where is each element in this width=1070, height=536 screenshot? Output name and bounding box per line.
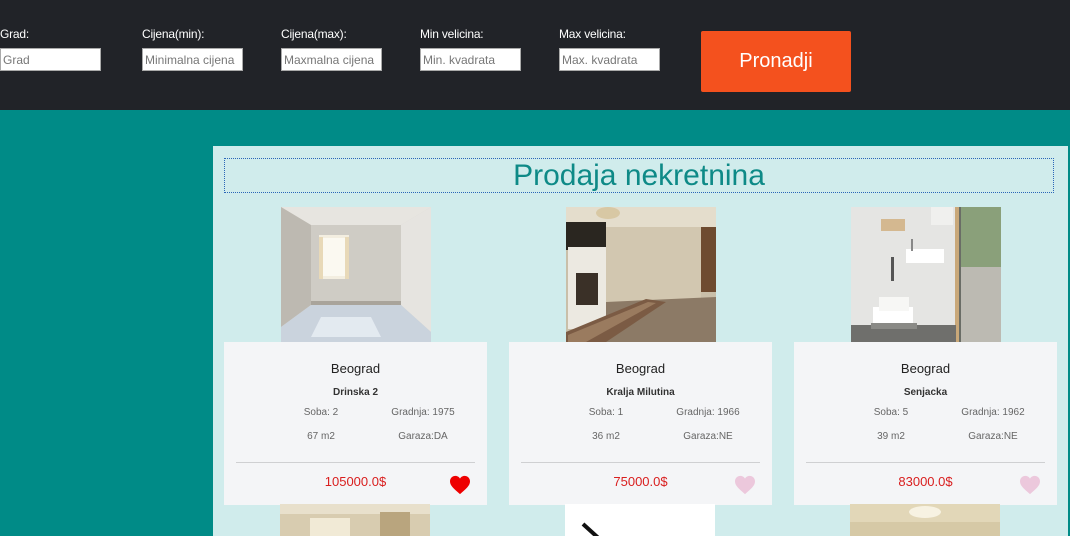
listing-street: Kralja Milutina [606,387,675,398]
listing-street: Senjacka [903,387,948,398]
price-min-input[interactable] [142,48,243,71]
listing-area: 67 m2 [307,431,335,442]
price-min-filter: Cijena(min): [142,27,243,71]
price-max-input[interactable] [281,48,382,71]
listing-garage: Garaza:NE [683,431,733,442]
city-label: Grad: [0,27,30,41]
heart-outline-icon[interactable] [1019,475,1041,495]
listing-year-built: Gradnja: 1975 [391,407,455,418]
divider [521,462,760,463]
page-title: Prodaja nekretnina [224,158,1054,193]
search-bar: Grad: Cijena(min): Cijena(max): Min veli… [0,0,1070,110]
listing-price: 105000.0$ [324,474,387,489]
listing-card[interactable]: Beograd Senjacka Soba: 5 Gradnja: 1962 3… [794,207,1057,505]
listing-photo[interactable] [850,207,1001,342]
heart-filled-icon[interactable] [449,475,471,495]
size-min-filter: Min velicina: [420,27,521,71]
listing-photo[interactable] [565,207,716,342]
price-min-label: Cijena(min): [142,27,205,41]
size-min-input[interactable] [420,48,521,71]
price-max-filter: Cijena(max): [281,27,382,71]
size-min-label: Min velicina: [420,27,484,41]
listing-rooms: Soba: 2 [303,407,339,418]
listing-photo[interactable] [565,504,715,536]
city-input[interactable] [0,48,101,71]
listing-card[interactable]: Beograd Drinska 2 Soba: 2 Gradnja: 1975 … [224,207,487,505]
size-max-label: Max velicina: [559,27,626,41]
size-max-filter: Max velicina: [559,27,660,71]
listing-photo[interactable] [850,504,1000,536]
city-filter: Grad: [0,27,101,71]
listing-rooms: Soba: 5 [873,407,909,418]
listing-photo[interactable] [280,207,431,342]
heart-outline-icon[interactable] [734,475,756,495]
listing-area: 39 m2 [877,431,905,442]
listing-garage: Garaza:NE [968,431,1018,442]
listing-street: Drinska 2 [332,387,379,398]
listing-city: Beograd [900,361,951,376]
listing-garage: Garaza:DA [398,431,448,442]
listing-info: Beograd Drinska 2 Soba: 2 Gradnja: 1975 … [224,342,487,505]
listing-area: 36 m2 [592,431,620,442]
listing-info: Beograd Senjacka Soba: 5 Gradnja: 1962 3… [794,342,1057,505]
listing-city: Beograd [615,361,666,376]
listing-city: Beograd [330,361,381,376]
listing-year-built: Gradnja: 1962 [961,407,1025,418]
listing-info: Beograd Kralja Milutina Soba: 1 Gradnja:… [509,342,772,505]
listing-rooms: Soba: 1 [588,407,624,418]
search-button[interactable]: Pronadji [701,31,851,92]
listings-panel: Prodaja nekretnina Beograd Drinska 2 Sob… [213,146,1068,536]
listing-year-built: Gradnja: 1966 [676,407,740,418]
price-max-label: Cijena(max): [281,27,347,41]
size-max-input[interactable] [559,48,660,71]
divider [806,462,1045,463]
listing-card[interactable]: Beograd Kralja Milutina Soba: 1 Gradnja:… [509,207,772,505]
divider [236,462,475,463]
listing-price: 75000.0$ [613,474,668,489]
listing-price: 83000.0$ [898,474,953,489]
listing-photo[interactable] [280,504,430,536]
